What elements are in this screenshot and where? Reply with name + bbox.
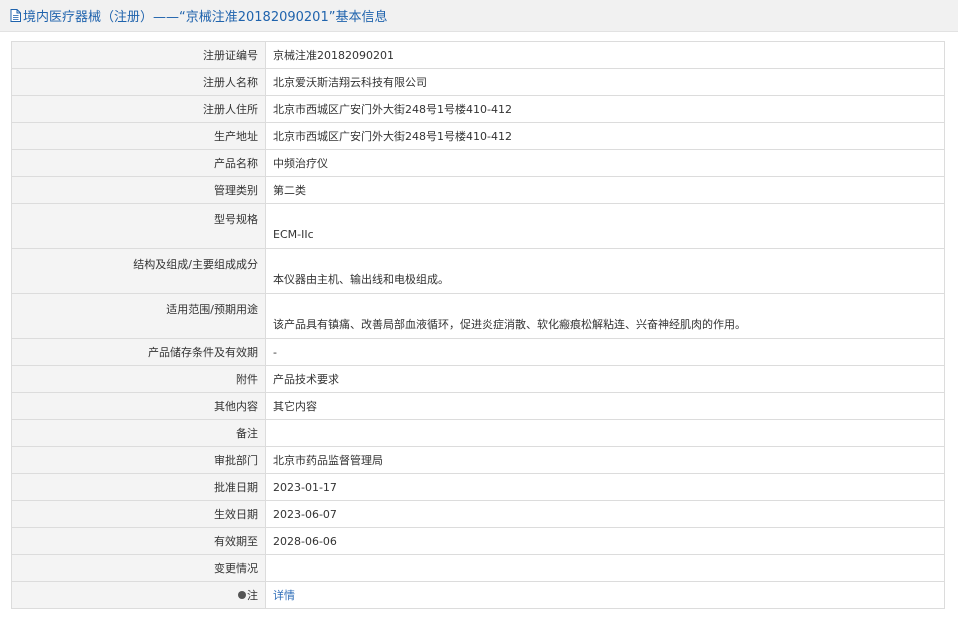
table-row: 产品储存条件及有效期 -: [11, 338, 945, 366]
row-value: [265, 554, 945, 582]
row-value: 其它内容: [265, 392, 945, 420]
document-icon: [10, 9, 21, 22]
row-label: 批准日期: [11, 473, 266, 501]
table-row: 注册人名称 北京爱沃斯洁翔云科技有限公司: [11, 68, 945, 96]
table-row: 有效期至 2028-06-06: [11, 527, 945, 555]
row-value: 产品技术要求: [265, 365, 945, 393]
row-value: 北京市西城区广安门外大街248号1号楼410-412: [265, 122, 945, 150]
row-label: 生产地址: [11, 122, 266, 150]
row-value: ECM-IIc: [265, 203, 945, 249]
table-row: 备注: [11, 419, 945, 447]
row-value: 北京市药品监督管理局: [265, 446, 945, 474]
row-label: 注册人名称: [11, 68, 266, 96]
info-table-container: 注册证编号 京械注准20182090201 注册人名称 北京爱沃斯洁翔云科技有限…: [11, 41, 945, 609]
table-row: 注册证编号 京械注准20182090201: [11, 41, 945, 69]
table-row: 产品名称 中频治疗仪: [11, 149, 945, 177]
table-row: 结构及组成/主要组成成分 本仪器由主机、输出线和电极组成。: [11, 248, 945, 294]
row-value: 北京市西城区广安门外大街248号1号楼410-412: [265, 95, 945, 123]
row-label: 注册证编号: [11, 41, 266, 69]
row-label: 注: [247, 589, 258, 602]
row-label: 其他内容: [11, 392, 266, 420]
row-label: 产品储存条件及有效期: [11, 338, 266, 366]
table-row: 生效日期 2023-06-07: [11, 500, 945, 528]
row-value: 2023-01-17: [265, 473, 945, 501]
row-label: 备注: [11, 419, 266, 447]
page-title: 境内医疗器械（注册）——“京械注准20182090201”基本信息: [23, 10, 388, 25]
table-row: 附件 产品技术要求: [11, 365, 945, 393]
row-label: 审批部门: [11, 446, 266, 474]
bullet-icon: [238, 591, 246, 599]
note-value-cell: 详情: [265, 581, 945, 609]
row-value: 2023-06-07: [265, 500, 945, 528]
row-value: 第二类: [265, 176, 945, 204]
row-label: 附件: [11, 365, 266, 393]
row-label: 生效日期: [11, 500, 266, 528]
row-label: 结构及组成/主要组成成分: [11, 248, 266, 294]
table-row: 审批部门 北京市药品监督管理局: [11, 446, 945, 474]
note-label-cell: 注: [11, 581, 266, 609]
row-value: [265, 419, 945, 447]
table-row: 生产地址 北京市西城区广安门外大街248号1号楼410-412: [11, 122, 945, 150]
row-label: 变更情况: [11, 554, 266, 582]
row-label: 型号规格: [11, 203, 266, 249]
row-value: -: [265, 338, 945, 366]
row-label: 管理类别: [11, 176, 266, 204]
page-header: 境内医疗器械（注册）——“京械注准20182090201”基本信息: [0, 0, 958, 32]
row-value: 中频治疗仪: [265, 149, 945, 177]
table-row: 型号规格 ECM-IIc: [11, 203, 945, 249]
row-label: 产品名称: [11, 149, 266, 177]
row-label: 适用范围/预期用途: [11, 293, 266, 339]
table-row: 其他内容 其它内容: [11, 392, 945, 420]
row-value: 2028-06-06: [265, 527, 945, 555]
table-row: 适用范围/预期用途 该产品具有镇痛、改善局部血液循环，促进炎症消散、软化瘢痕松解…: [11, 293, 945, 339]
table-row: 注 详情: [11, 581, 945, 609]
info-table: 注册证编号 京械注准20182090201 注册人名称 北京爱沃斯洁翔云科技有限…: [11, 41, 945, 609]
table-row: 注册人住所 北京市西城区广安门外大街248号1号楼410-412: [11, 95, 945, 123]
row-value: 本仪器由主机、输出线和电极组成。: [265, 248, 945, 294]
detail-link[interactable]: 详情: [273, 589, 295, 602]
table-row: 变更情况: [11, 554, 945, 582]
row-label: 有效期至: [11, 527, 266, 555]
row-value: 京械注准20182090201: [265, 41, 945, 69]
row-label: 注册人住所: [11, 95, 266, 123]
row-value: 该产品具有镇痛、改善局部血液循环，促进炎症消散、软化瘢痕松解粘连、兴奋神经肌肉的…: [265, 293, 945, 339]
table-row: 管理类别 第二类: [11, 176, 945, 204]
table-row: 批准日期 2023-01-17: [11, 473, 945, 501]
row-value: 北京爱沃斯洁翔云科技有限公司: [265, 68, 945, 96]
